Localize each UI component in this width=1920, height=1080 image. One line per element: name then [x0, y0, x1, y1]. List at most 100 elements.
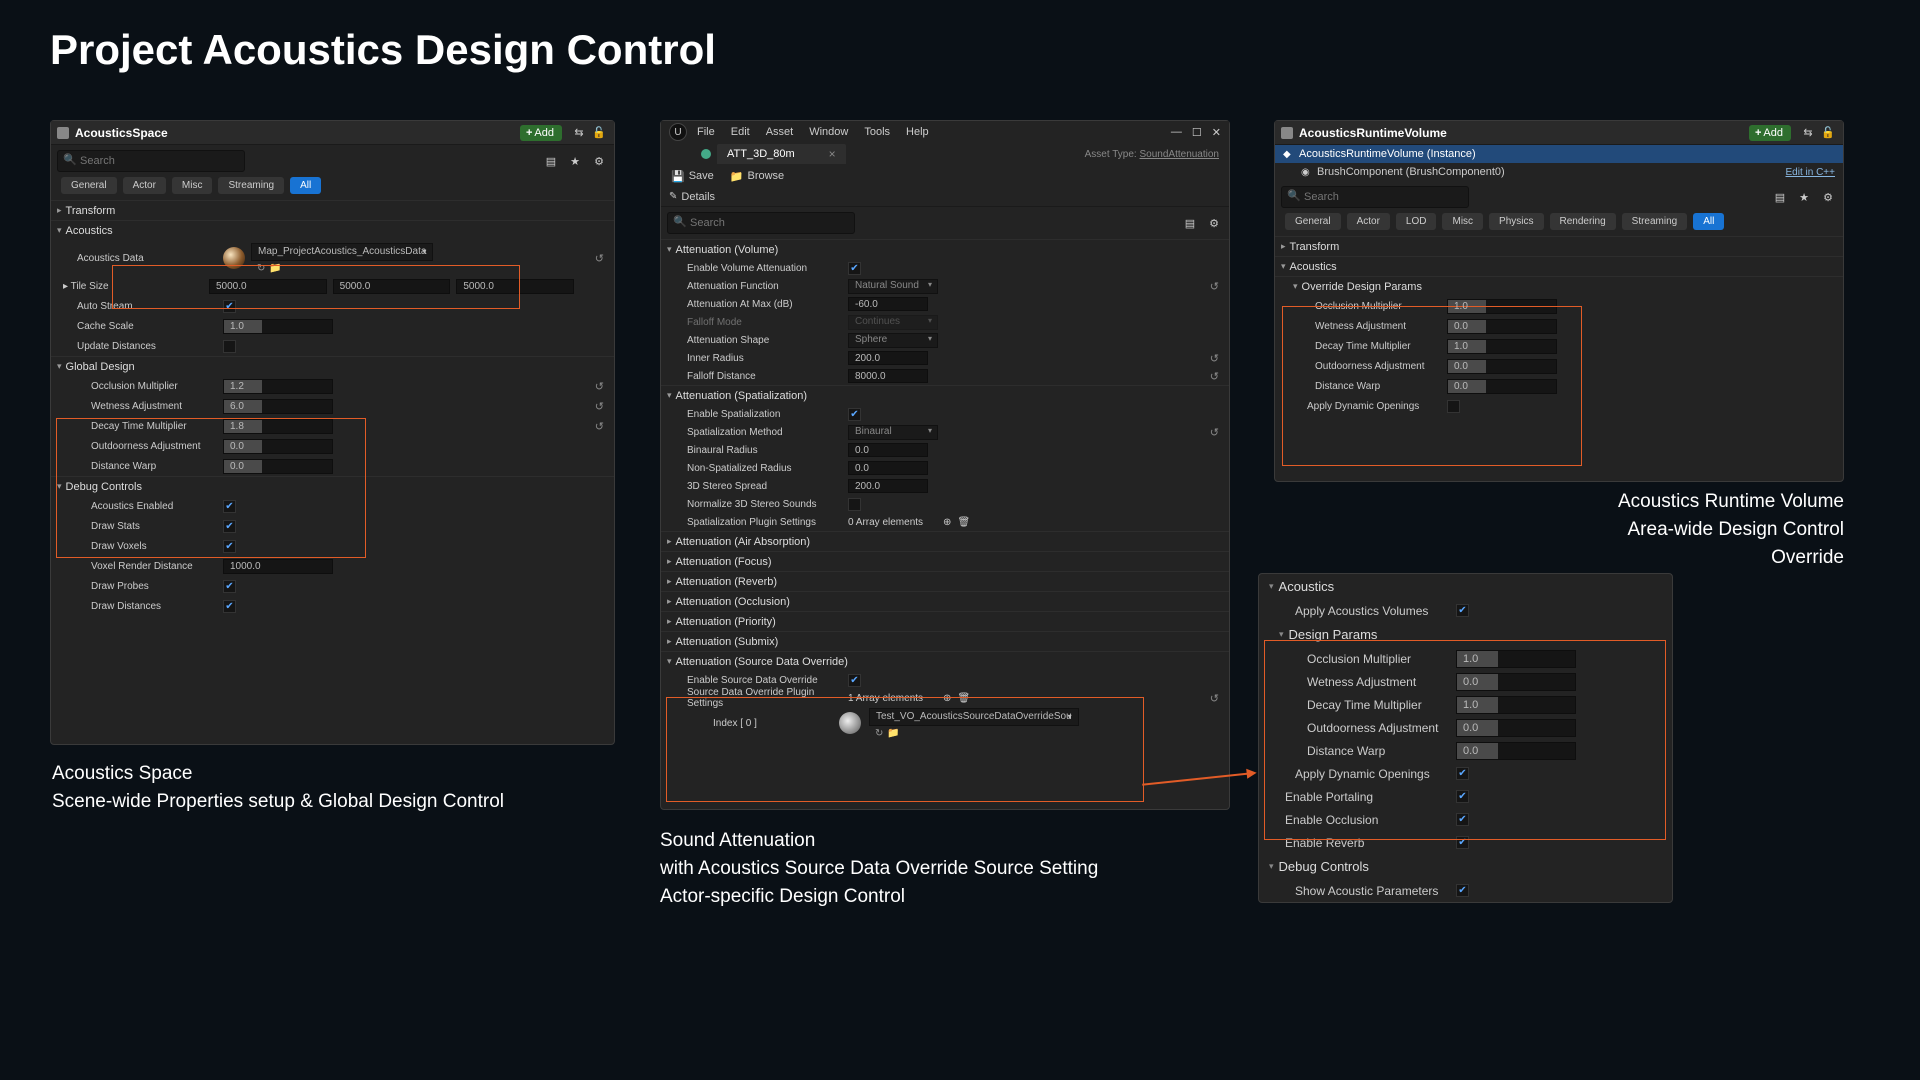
lock-icon[interactable]: 🔓 [590, 124, 608, 142]
minimize-icon[interactable]: — [1171, 126, 1182, 139]
cat-att-occl[interactable]: Attenuation (Occlusion) [661, 591, 1229, 611]
apply-dynamic-check[interactable] [1447, 400, 1460, 413]
spat-method-select[interactable]: Binaural [848, 425, 938, 440]
search-input[interactable] [57, 150, 245, 172]
draw-distances-check[interactable] [223, 600, 236, 613]
tree-root-row[interactable]: ◆AcousticsRuntimeVolume (Instance) [1275, 145, 1843, 163]
reset-icon[interactable]: ↺ [595, 380, 604, 393]
cat-att-volume[interactable]: Attenuation (Volume) [661, 239, 1229, 259]
filter-actor[interactable]: Actor [1347, 213, 1390, 230]
folder-icon[interactable]: 📁 [269, 263, 281, 274]
array-trash-icon[interactable]: 🗑 [957, 693, 970, 704]
decay-val[interactable]: 1.0 [1447, 339, 1557, 354]
enable-occl-check[interactable] [1456, 813, 1469, 826]
wetness-val[interactable]: 0.0 [1456, 673, 1576, 691]
filter-general[interactable]: General [1285, 213, 1341, 230]
star-icon[interactable]: ★ [1795, 188, 1813, 206]
normalize-check[interactable] [848, 498, 861, 511]
filter-all[interactable]: All [1693, 213, 1724, 230]
decay-val[interactable]: 1.0 [1456, 696, 1576, 714]
star-icon[interactable]: ★ [566, 152, 584, 170]
search-input[interactable] [1281, 186, 1469, 208]
menu-help[interactable]: Help [906, 126, 929, 138]
outdoor-val[interactable]: 0.0 [1456, 719, 1576, 737]
override-params-cat[interactable]: Override Design Params [1275, 276, 1843, 296]
section-acoustics[interactable]: Acoustics [1259, 574, 1672, 599]
menu-file[interactable]: File [697, 126, 715, 138]
voxel-dist-val[interactable]: 1000.0 [223, 559, 333, 574]
cat-att-focus[interactable]: Attenuation (Focus) [661, 551, 1229, 571]
tab-asset[interactable]: ATT_3D_80m× [717, 144, 846, 164]
warp-val[interactable]: 0.0 [223, 459, 333, 474]
cache-scale[interactable]: 1.0 [223, 319, 333, 334]
wetness-val[interactable]: 6.0 [223, 399, 333, 414]
menu-window[interactable]: Window [809, 126, 848, 138]
details-tab[interactable]: Details [661, 187, 1229, 207]
cat-att-air[interactable]: Attenuation (Air Absorption) [661, 531, 1229, 551]
search-input[interactable] [667, 212, 855, 234]
tile-z[interactable]: 5000.0 [456, 279, 574, 294]
close-icon[interactable]: ✕ [1212, 126, 1221, 139]
outdoor-val[interactable]: 0.0 [1447, 359, 1557, 374]
array-add-icon[interactable]: ⊕ [943, 517, 951, 528]
array-trash-icon[interactable]: 🗑 [957, 517, 970, 528]
category-transform[interactable]: Transform [51, 200, 614, 220]
src-asset-dropdown[interactable]: Test_VO_AcousticsSourceDataOverrideSou [869, 708, 1079, 726]
inner-val[interactable]: 200.0 [848, 351, 928, 365]
update-distances-check[interactable] [223, 340, 236, 353]
outdoor-val[interactable]: 0.0 [223, 439, 333, 454]
tile-y[interactable]: 5000.0 [333, 279, 451, 294]
apply-vol-check[interactable] [1456, 604, 1469, 617]
filter-all[interactable]: All [290, 177, 321, 194]
edit-cpp-link[interactable]: Edit in C++ [1786, 167, 1835, 178]
enable-vol-check[interactable] [848, 262, 861, 275]
spread-val[interactable]: 200.0 [848, 479, 928, 493]
section-debug[interactable]: Debug Controls [1259, 854, 1672, 879]
filter-lod[interactable]: LOD [1396, 213, 1437, 230]
category-transform[interactable]: Transform [1275, 236, 1843, 256]
gear-icon[interactable]: ⚙ [1819, 188, 1837, 206]
apply-dynamic-check[interactable] [1456, 767, 1469, 780]
add-button[interactable]: Add [1749, 125, 1791, 141]
add-button[interactable]: Add [520, 125, 562, 141]
att-func-select[interactable]: Natural Sound [848, 279, 938, 294]
filter-rendering[interactable]: Rendering [1550, 213, 1616, 230]
maximize-icon[interactable]: ☐ [1192, 126, 1202, 139]
cat-att-src[interactable]: Attenuation (Source Data Override) [661, 651, 1229, 671]
filter-general[interactable]: General [61, 177, 117, 194]
filter-misc[interactable]: Misc [172, 177, 213, 194]
decay-val[interactable]: 1.8 [223, 419, 333, 434]
att-max-val[interactable]: -60.0 [848, 297, 928, 311]
draw-probes-check[interactable] [223, 580, 236, 593]
refresh-icon[interactable]: ↻ [257, 263, 265, 274]
filter-streaming[interactable]: Streaming [1622, 213, 1688, 230]
filter-physics[interactable]: Physics [1489, 213, 1543, 230]
show-params-check[interactable] [1456, 884, 1469, 897]
draw-stats-check[interactable] [223, 520, 236, 533]
nonspat-val[interactable]: 0.0 [848, 461, 928, 475]
cat-att-submix[interactable]: Attenuation (Submix) [661, 631, 1229, 651]
shape-select[interactable]: Sphere [848, 333, 938, 348]
lock-icon[interactable]: 🔓 [1819, 124, 1837, 142]
link-icon[interactable]: ⇆ [570, 124, 588, 142]
menu-edit[interactable]: Edit [731, 126, 750, 138]
browse-button[interactable]: 📁 Browse [730, 170, 784, 183]
draw-voxels-check[interactable] [223, 540, 236, 553]
category-global[interactable]: Global Design [51, 356, 614, 376]
category-debug[interactable]: Debug Controls [51, 476, 614, 496]
link-icon[interactable]: ⇆ [1799, 124, 1817, 142]
array-add-icon[interactable]: ⊕ [943, 693, 951, 704]
auto-stream-check[interactable] [223, 300, 236, 313]
tile-x[interactable]: 5000.0 [209, 279, 327, 294]
wetness-val[interactable]: 0.0 [1447, 319, 1557, 334]
occlusion-val[interactable]: 1.2 [223, 379, 333, 394]
src-enable-check[interactable] [848, 674, 861, 687]
save-button[interactable]: 💾 Save [671, 170, 714, 183]
cat-att-spatial[interactable]: Attenuation (Spatialization) [661, 385, 1229, 405]
grid-icon[interactable]: ▤ [1181, 214, 1199, 232]
reset-icon[interactable]: ↺ [1210, 280, 1219, 293]
warp-val[interactable]: 0.0 [1447, 379, 1557, 394]
reset-icon[interactable]: ↺ [1210, 426, 1219, 439]
reset-icon[interactable]: ↺ [1210, 370, 1219, 383]
bin-radius-val[interactable]: 0.0 [848, 443, 928, 457]
